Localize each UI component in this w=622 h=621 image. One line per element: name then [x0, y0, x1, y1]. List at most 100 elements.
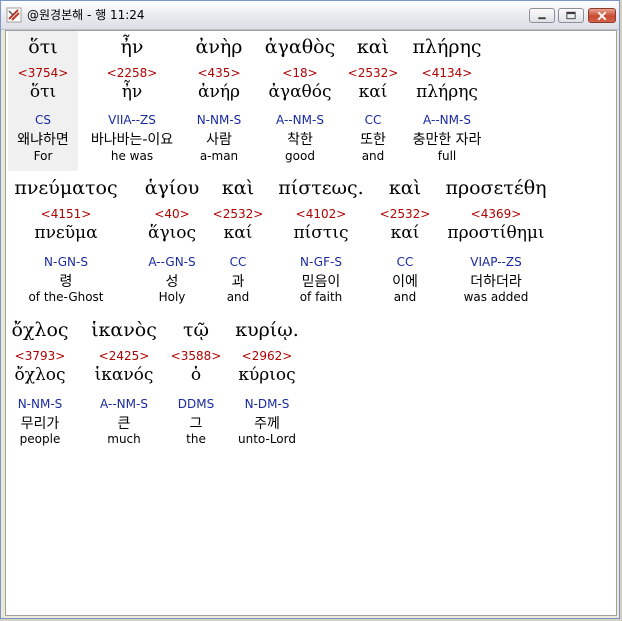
word-block[interactable]: προσετέθη <4369> προστίθημι VIAP--ZS 더하더…: [438, 177, 554, 317]
lemma: ἀνήρ: [198, 82, 240, 102]
english-gloss: and: [226, 290, 250, 304]
parse-code[interactable]: CS: [8, 113, 78, 127]
greek-word: ἁγίου: [144, 177, 200, 199]
word-block[interactable]: ὄχλος <3793> ὄχλος N-NM-S 무리가 people: [8, 319, 72, 459]
korean-gloss: 큰: [117, 416, 131, 432]
interlinear-view[interactable]: ὅτι <3754> ὅτι CS 왜냐하면 For ἦν <2258> ἦν …: [5, 30, 617, 616]
korean-gloss: 과: [231, 274, 245, 290]
close-button[interactable]: [588, 8, 616, 23]
strongs-number[interactable]: <18>: [254, 66, 346, 80]
korean-gloss: 바나바는-이요: [90, 132, 174, 148]
strongs-number[interactable]: <3588>: [170, 349, 222, 363]
maximize-button[interactable]: [558, 8, 584, 23]
strongs-number[interactable]: <435>: [186, 66, 252, 80]
parse-code[interactable]: N-NM-S: [8, 397, 72, 411]
word-block[interactable]: ἱκανὸς <2425> ἱκανός A--NM-S 큰 much: [82, 319, 166, 459]
strongs-number[interactable]: <4151>: [8, 207, 124, 221]
english-gloss: and: [361, 149, 385, 163]
greek-word: πλήρης: [412, 36, 482, 58]
word-block[interactable]: ἀγαθὸς <18> ἀγαθός A--NM-S 착한 good: [254, 31, 346, 171]
greek-word: καὶ: [221, 177, 255, 199]
strongs-number[interactable]: <3754>: [8, 66, 78, 80]
strongs-number[interactable]: <3793>: [8, 349, 72, 363]
parse-code[interactable]: VIIA--ZS: [82, 113, 182, 127]
lemma: κύριος: [238, 365, 296, 385]
word-block[interactable]: καὶ <2532> καί CC 또한 and: [346, 31, 400, 171]
strongs-number[interactable]: <40>: [134, 207, 210, 221]
lemma: προστίθημι: [447, 223, 545, 243]
korean-gloss: 무리가: [20, 416, 60, 432]
parse-code[interactable]: N-GF-S: [268, 255, 374, 269]
english-gloss: good: [285, 149, 315, 163]
parse-code[interactable]: CC: [346, 113, 400, 127]
korean-gloss: 더하더라: [470, 274, 522, 290]
korean-gloss: 성: [165, 274, 179, 290]
strongs-number[interactable]: <4369>: [438, 207, 554, 221]
word-block[interactable]: ἁγίου <40> ἅγιος A--GN-S 성 Holy: [134, 177, 210, 317]
parse-code[interactable]: A--NM-S: [82, 397, 166, 411]
word-block[interactable]: ἀνὴρ <435> ἀνήρ N-NM-S 사람 a-man: [186, 31, 252, 171]
korean-gloss: 충만한 자라: [412, 132, 482, 148]
strongs-number[interactable]: <4102>: [268, 207, 374, 221]
word-block[interactable]: ἦν <2258> ἦν VIIA--ZS 바나바는-이요 he was: [82, 31, 182, 171]
word-block[interactable]: πνεύματος <4151> πνεῦμα N-GN-S 령 of the-…: [8, 177, 124, 317]
parse-code[interactable]: A--GN-S: [134, 255, 210, 269]
english-gloss: people: [19, 432, 61, 446]
app-window: @원경본해 - 행 11:24 ὅτι <3754> ὅτι CS 왜냐하면 F…: [0, 0, 620, 619]
title-bar[interactable]: @원경본해 - 행 11:24: [1, 1, 619, 30]
english-gloss: of the-Ghost: [28, 290, 104, 304]
parse-code[interactable]: VIAP--ZS: [438, 255, 554, 269]
strongs-number[interactable]: <2532>: [376, 207, 434, 221]
greek-word: καὶ: [388, 177, 422, 199]
greek-word: ὄχλος: [11, 319, 69, 341]
word-block[interactable]: κυρίῳ. <2962> κύριος N-DM-S 주께 unto-Lord: [226, 319, 308, 459]
strongs-number[interactable]: <2532>: [346, 66, 400, 80]
parse-code[interactable]: A--NM-S: [402, 113, 492, 127]
strongs-number[interactable]: <4134>: [402, 66, 492, 80]
word-block[interactable]: τῷ <3588> ὁ DDMS 그 the: [170, 319, 222, 459]
english-gloss: and: [393, 290, 417, 304]
korean-gloss: 령: [59, 274, 73, 290]
greek-word: ἀγαθὸς: [264, 36, 336, 58]
english-gloss: was added: [463, 290, 529, 304]
word-block[interactable]: ὅτι <3754> ὅτι CS 왜냐하면 For: [8, 31, 78, 171]
greek-word: πνεύματος: [14, 177, 118, 199]
korean-gloss: 왜냐하면: [17, 132, 69, 148]
parse-code[interactable]: CC: [376, 255, 434, 269]
lemma: πίστις: [293, 223, 349, 243]
lemma: ἅγιος: [147, 223, 197, 243]
greek-word: τῷ: [182, 319, 209, 341]
minimize-button[interactable]: [529, 8, 555, 23]
strongs-number[interactable]: <2425>: [82, 349, 166, 363]
lemma: ἦν: [121, 82, 143, 102]
english-gloss: full: [437, 149, 457, 163]
parse-code[interactable]: N-NM-S: [186, 113, 252, 127]
lemma: καί: [223, 223, 253, 243]
word-block[interactable]: καὶ <2532> καί CC 과 and: [212, 177, 264, 317]
english-gloss: For: [33, 149, 53, 163]
word-block[interactable]: καὶ <2532> καί CC 이에 and: [376, 177, 434, 317]
strongs-number[interactable]: <2258>: [82, 66, 182, 80]
strongs-number[interactable]: <2962>: [226, 349, 308, 363]
lemma: ἀγαθός: [268, 82, 332, 102]
parse-code[interactable]: A--NM-S: [254, 113, 346, 127]
korean-gloss: 착한: [287, 132, 313, 148]
greek-word: καὶ: [356, 36, 390, 58]
greek-word: ἀνὴρ: [195, 36, 243, 58]
english-gloss: a-man: [199, 149, 239, 163]
parse-code[interactable]: CC: [212, 255, 264, 269]
english-gloss: he was: [110, 149, 154, 163]
word-block[interactable]: πλήρης <4134> πλήρης A--NM-S 충만한 자라 full: [402, 31, 492, 171]
english-gloss: much: [107, 432, 141, 446]
parse-code[interactable]: DDMS: [170, 397, 222, 411]
strongs-number[interactable]: <2532>: [212, 207, 264, 221]
minimize-icon: [538, 17, 546, 20]
greek-word: ἦν: [120, 36, 144, 58]
korean-gloss: 그: [189, 416, 203, 432]
parse-code[interactable]: N-DM-S: [226, 397, 308, 411]
word-block[interactable]: πίστεως. <4102> πίστις N-GF-S 믿음이 of fai…: [268, 177, 374, 317]
korean-gloss: 믿음이: [301, 274, 341, 290]
lemma: πλήρης: [416, 82, 478, 102]
parse-code[interactable]: N-GN-S: [8, 255, 124, 269]
english-gloss: of faith: [299, 290, 343, 304]
